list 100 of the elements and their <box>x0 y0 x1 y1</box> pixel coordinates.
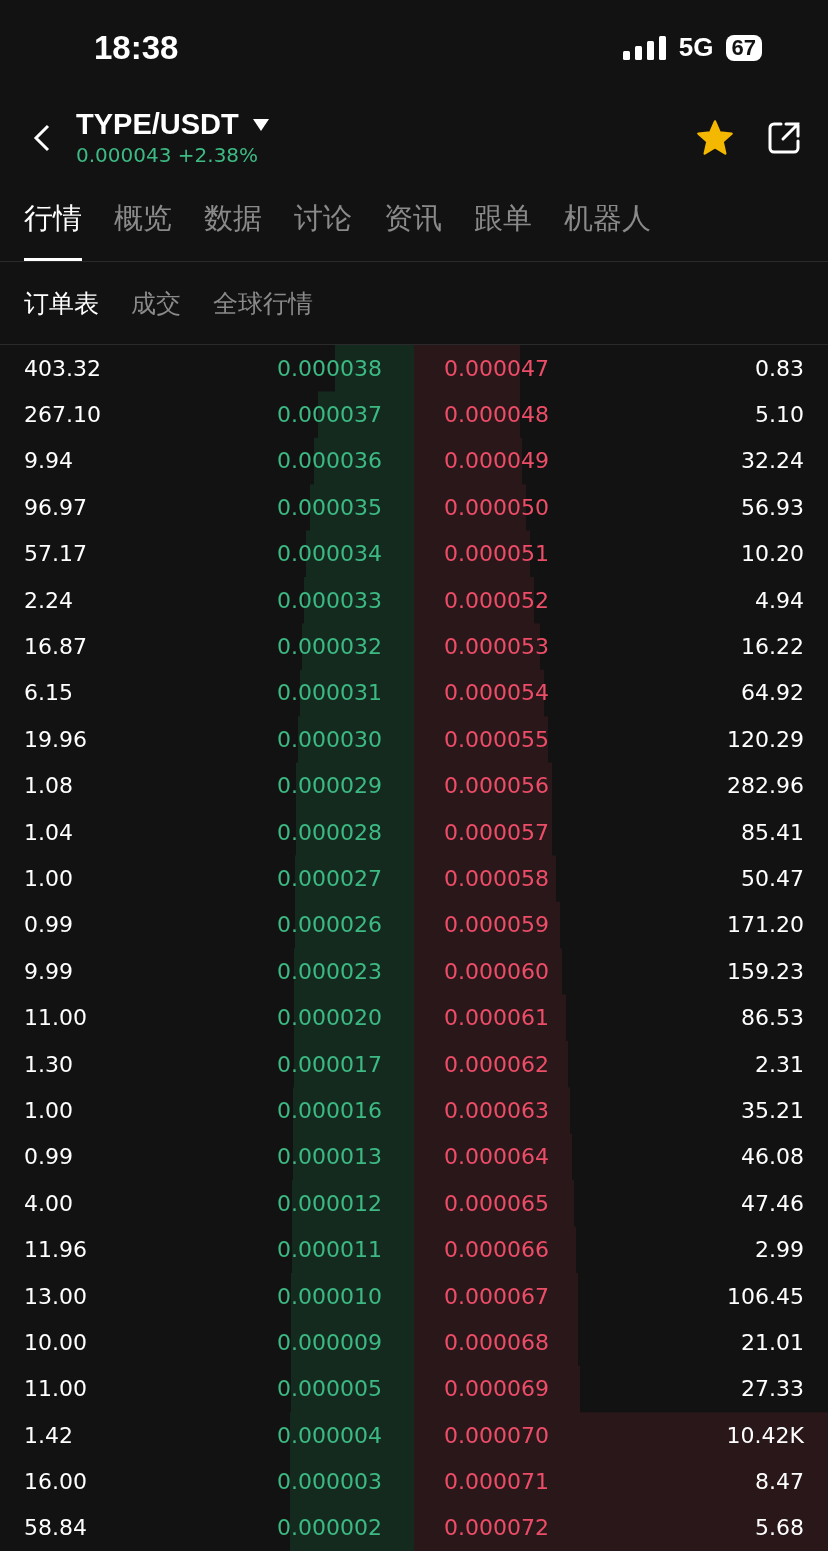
bid-quantity: 11.00 <box>24 1376 87 1402</box>
bid-quantity: 10.00 <box>24 1329 87 1355</box>
ask-price: 0.000061 <box>444 1005 549 1031</box>
bid-price: 0.000038 <box>277 355 382 381</box>
tab[interactable]: 行情 <box>24 180 82 261</box>
bid-price: 0.000009 <box>277 1329 382 1355</box>
bid-quantity: 16.87 <box>24 634 87 660</box>
sub-tab[interactable]: 订单表 <box>24 286 99 320</box>
ask-price: 0.000065 <box>444 1190 549 1216</box>
ask-quantity: 10.42K <box>726 1422 804 1448</box>
ask-quantity: 2.31 <box>755 1051 804 1077</box>
ask-price: 0.000068 <box>444 1329 549 1355</box>
ask-quantity: 0.83 <box>755 355 804 381</box>
ask-price: 0.000058 <box>444 866 549 891</box>
bid-price: 0.000033 <box>277 587 382 613</box>
bid-quantity: 6.15 <box>24 680 73 706</box>
bid-price: 0.000035 <box>277 494 382 520</box>
ask-quantity: 50.47 <box>741 866 804 891</box>
tab[interactable]: 概览 <box>114 180 172 261</box>
ask-price: 0.000071 <box>444 1469 549 1495</box>
ask-price: 0.000053 <box>444 634 549 660</box>
bid-price: 0.000029 <box>277 773 382 799</box>
bid-quantity: 11.96 <box>24 1237 87 1263</box>
bid-price: 0.000005 <box>277 1376 382 1402</box>
bid-price: 0.000037 <box>277 402 382 428</box>
bid-price: 0.000020 <box>277 1005 382 1031</box>
ask-price: 0.000064 <box>444 1144 549 1170</box>
ask-quantity: 159.23 <box>727 958 804 984</box>
bid-price: 0.000026 <box>277 912 382 938</box>
tab[interactable]: 资讯 <box>384 180 442 261</box>
ask-quantity: 282.96 <box>727 773 804 799</box>
pair-title[interactable]: TYPE/USDT <box>76 108 239 141</box>
bid-quantity: 4.00 <box>24 1190 73 1216</box>
bid-price: 0.000010 <box>277 1283 382 1309</box>
status-time: 18:38 <box>94 28 179 67</box>
star-icon[interactable] <box>696 118 734 157</box>
bid-quantity: 403.32 <box>24 355 101 381</box>
tab[interactable]: 跟单 <box>474 180 532 261</box>
bid-price: 0.000034 <box>277 541 382 567</box>
ask-price: 0.000054 <box>444 680 549 706</box>
bid-quantity: 1.08 <box>24 773 73 799</box>
bid-quantity: 1.04 <box>24 819 73 845</box>
ask-quantity: 46.08 <box>741 1144 804 1170</box>
bid-quantity: 9.99 <box>24 958 73 984</box>
ask-price: 0.000056 <box>444 773 549 799</box>
bid-price: 0.000031 <box>277 680 382 706</box>
sub-tab[interactable]: 成交 <box>131 286 181 320</box>
ask-price: 0.000051 <box>444 541 549 567</box>
ask-quantity: 2.99 <box>755 1237 804 1263</box>
ask-quantity: 5.10 <box>755 402 804 428</box>
signal-icon <box>622 35 667 60</box>
bid-quantity: 2.24 <box>24 587 73 613</box>
ask-price: 0.000062 <box>444 1051 549 1077</box>
ask-quantity: 8.47 <box>755 1469 804 1495</box>
bid-price: 0.000016 <box>277 1097 382 1123</box>
bid-price: 0.000002 <box>277 1515 382 1541</box>
ask-quantity: 171.20 <box>727 912 804 938</box>
bid-quantity: 1.42 <box>24 1422 73 1448</box>
bid-price: 0.000004 <box>277 1422 382 1448</box>
bid-quantity: 1.30 <box>24 1051 73 1077</box>
bid-quantity: 267.10 <box>24 402 101 428</box>
bid-quantity: 1.00 <box>24 1097 73 1123</box>
ask-price: 0.000072 <box>444 1515 549 1541</box>
bid-quantity: 11.00 <box>24 1005 87 1031</box>
bid-price: 0.000013 <box>277 1144 382 1170</box>
ask-quantity: 10.20 <box>741 541 804 567</box>
ask-price: 0.000057 <box>444 819 549 845</box>
bid-price: 0.000032 <box>277 634 382 660</box>
ask-price: 0.000069 <box>444 1376 549 1402</box>
bid-price: 0.000012 <box>277 1190 382 1216</box>
tab[interactable]: 机器人 <box>564 180 651 261</box>
ask-quantity: 85.41 <box>741 819 804 845</box>
network-label: 5G <box>678 32 714 63</box>
bid-quantity: 57.17 <box>24 541 87 567</box>
ask-price: 0.000066 <box>444 1237 549 1263</box>
ask-price: 0.000060 <box>444 958 549 984</box>
ask-quantity: 35.21 <box>741 1097 804 1123</box>
ask-price: 0.000047 <box>444 355 549 381</box>
ask-quantity: 32.24 <box>741 448 804 474</box>
bid-quantity: 1.00 <box>24 866 73 891</box>
ask-quantity: 56.93 <box>741 494 804 520</box>
ask-quantity: 64.92 <box>741 680 804 706</box>
ask-price: 0.000063 <box>444 1097 549 1123</box>
tab[interactable]: 讨论 <box>294 180 352 261</box>
bid-quantity: 16.00 <box>24 1469 87 1495</box>
bid-price: 0.000003 <box>277 1469 382 1495</box>
caret-icon[interactable] <box>252 118 269 131</box>
tab[interactable]: 数据 <box>204 180 262 261</box>
bid-price: 0.000023 <box>277 958 382 984</box>
bid-price: 0.000036 <box>277 448 382 474</box>
bid-quantity: 58.84 <box>24 1515 87 1541</box>
ask-price: 0.000052 <box>444 587 549 613</box>
ask-quantity: 47.46 <box>741 1190 804 1216</box>
ask-price: 0.000055 <box>444 726 549 752</box>
battery-level: 67 <box>725 34 762 61</box>
ask-price: 0.000070 <box>444 1422 549 1448</box>
bid-quantity: 13.00 <box>24 1283 87 1309</box>
ask-quantity: 86.53 <box>741 1005 804 1031</box>
ask-quantity: 21.01 <box>741 1329 804 1355</box>
sub-tab[interactable]: 全球行情 <box>213 286 313 320</box>
